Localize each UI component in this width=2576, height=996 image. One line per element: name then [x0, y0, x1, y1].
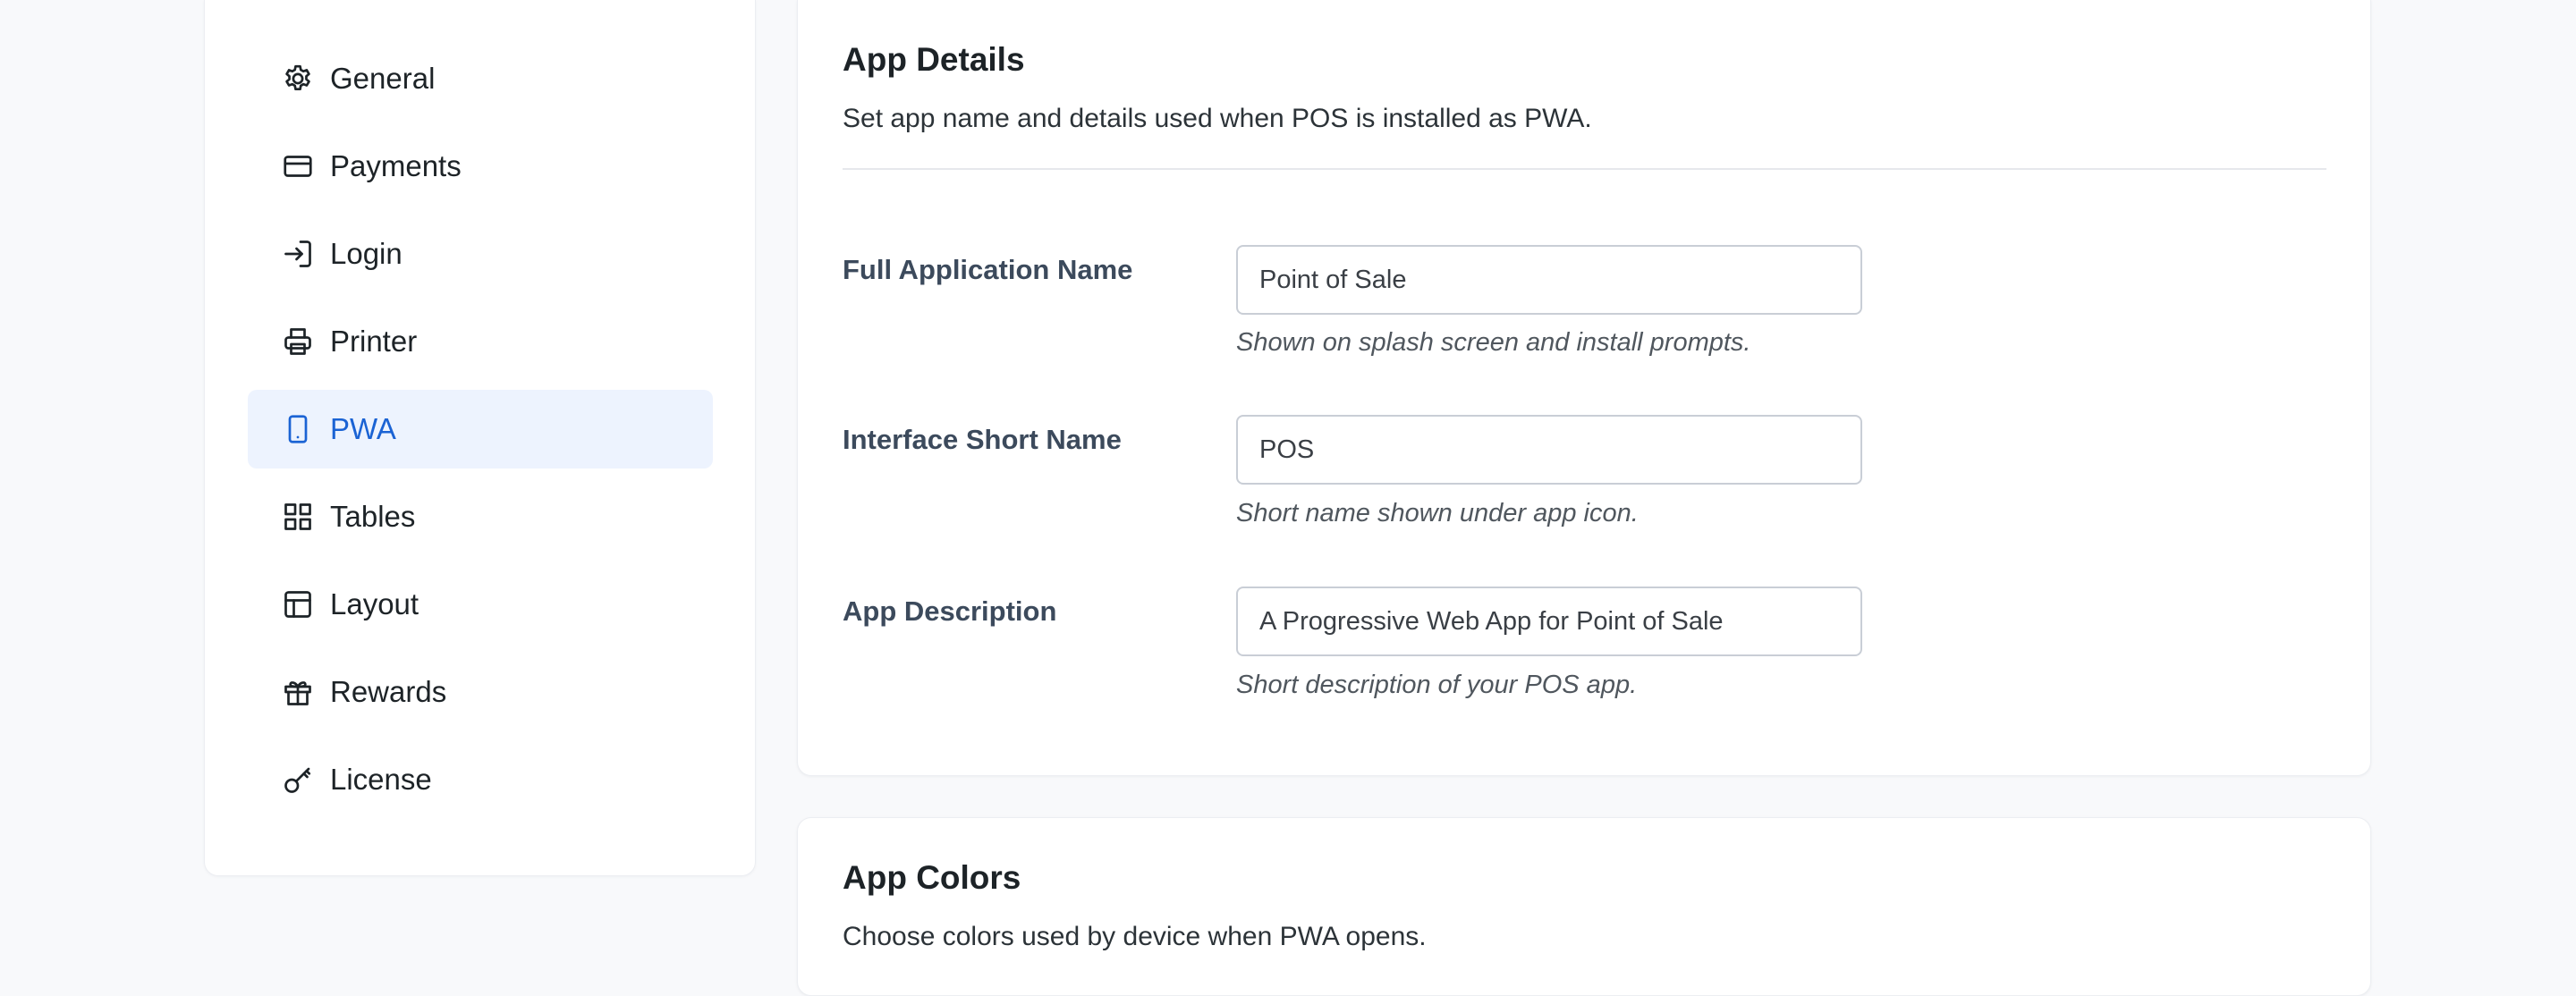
short-name-help: Short name shown under app icon.	[1236, 499, 1639, 528]
settings-sidebar: General Payments Login Printer PWA Table…	[204, 0, 756, 876]
sidebar-item-label: Layout	[330, 587, 419, 620]
full-app-name-input[interactable]	[1236, 245, 1862, 315]
grid-icon	[280, 499, 316, 535]
short-name-label: Interface Short Name	[843, 424, 1122, 455]
sidebar-item-label: Tables	[330, 500, 416, 533]
app-description-input[interactable]	[1236, 587, 1862, 656]
sidebar-item-pwa[interactable]: PWA	[248, 390, 713, 468]
gear-icon	[280, 61, 316, 97]
sidebar-item-label: Rewards	[330, 675, 447, 708]
sidebar-item-login[interactable]: Login	[248, 215, 713, 293]
layout-icon	[280, 587, 316, 622]
sidebar-item-label: General	[330, 62, 436, 95]
full-app-name-label: Full Application Name	[843, 254, 1133, 285]
smartphone-icon	[280, 411, 316, 447]
app-details-card: App Details Set app name and details use…	[797, 0, 2371, 776]
sidebar-item-general[interactable]: General	[248, 39, 713, 118]
sidebar-item-tables[interactable]: Tables	[248, 477, 713, 556]
sidebar-item-label: License	[330, 763, 432, 796]
section-description: Choose colors used by device when PWA op…	[843, 922, 1427, 951]
sidebar-item-label: Payments	[330, 149, 462, 182]
sidebar-item-payments[interactable]: Payments	[248, 127, 713, 206]
full-app-name-help: Shown on splash screen and install promp…	[1236, 328, 1751, 357]
settings-nav: General Payments Login Printer PWA Table…	[248, 39, 713, 828]
app-description-help: Short description of your POS app.	[1236, 671, 1638, 699]
sidebar-item-layout[interactable]: Layout	[248, 565, 713, 644]
sidebar-item-label: Printer	[330, 325, 418, 358]
app-colors-card: App Colors Choose colors used by device …	[797, 817, 2371, 996]
short-name-input[interactable]	[1236, 415, 1862, 485]
section-title: App Details	[843, 41, 1025, 78]
printer-icon	[280, 324, 316, 359]
section-title: App Colors	[843, 859, 1021, 896]
sidebar-item-rewards[interactable]: Rewards	[248, 653, 713, 731]
sidebar-item-label: PWA	[330, 412, 396, 445]
app-description-label: App Description	[843, 595, 1057, 627]
login-icon	[280, 236, 316, 272]
gift-icon	[280, 674, 316, 710]
sidebar-item-label: Login	[330, 237, 402, 270]
sidebar-item-license[interactable]: License	[248, 740, 713, 819]
sidebar-item-printer[interactable]: Printer	[248, 302, 713, 381]
credit-card-icon	[280, 148, 316, 184]
key-icon	[280, 762, 316, 798]
divider	[843, 168, 2326, 170]
section-description: Set app name and details used when POS i…	[843, 104, 1592, 133]
